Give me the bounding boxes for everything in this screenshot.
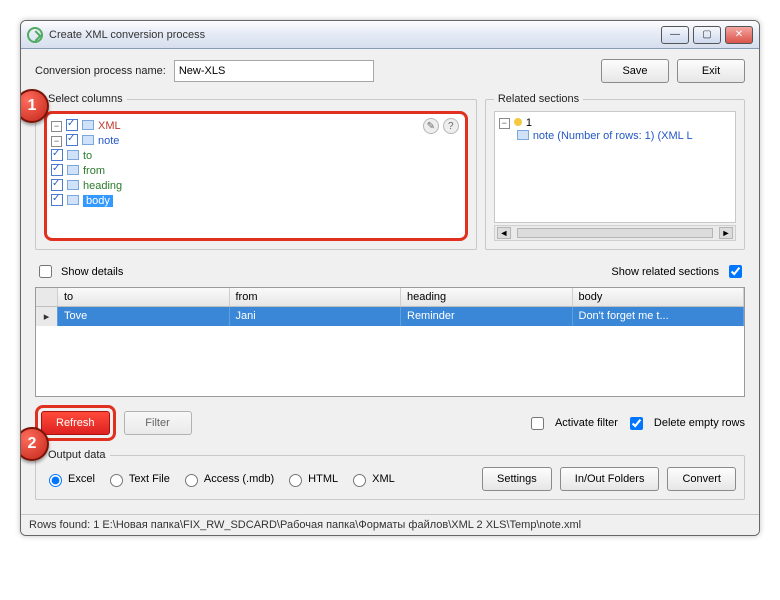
row-selector-icon[interactable]: ▸ [36,307,58,326]
tree-from[interactable]: from [83,165,105,177]
heading-checkbox[interactable] [51,179,63,191]
status-bar: Rows found: 1 E:\Новая папка\FIX_RW_SDCA… [21,514,759,535]
col-body[interactable]: body [573,288,745,306]
output-text-radio[interactable] [110,474,123,487]
output-html-label: HTML [308,473,338,485]
col-to[interactable]: to [58,288,230,306]
related-tree-panel[interactable]: − 1 note (Number of rows: 1) (XML L [494,111,736,223]
activate-filter-checkbox[interactable] [531,417,544,430]
process-name-input[interactable] [174,60,374,82]
table-row[interactable]: ▸ Tove Jani Reminder Don't forget me t..… [36,307,744,326]
columns-tree-panel[interactable]: ✎ ? − XML − note to from heading body [44,111,468,241]
select-columns-legend: Select columns [44,93,127,105]
related-root[interactable]: 1 [526,117,532,129]
filter-button[interactable]: Filter [124,411,192,435]
column-icon [67,165,79,175]
save-button[interactable]: Save [601,59,669,83]
inout-folders-button[interactable]: In/Out Folders [560,467,660,491]
refresh-button[interactable]: Refresh [41,411,110,435]
table-icon [82,135,94,145]
column-icon [67,180,79,190]
magic-wand-icon[interactable]: ✎ [423,118,439,134]
note-checkbox[interactable] [66,134,78,146]
output-html-radio[interactable] [289,474,302,487]
tree-heading[interactable]: heading [83,180,122,192]
show-related-checkbox[interactable] [729,265,742,278]
exit-button[interactable]: Exit [677,59,745,83]
minimize-button[interactable]: — [661,26,689,44]
convert-button[interactable]: Convert [667,467,736,491]
output-xml-label: XML [372,473,395,485]
output-access-radio[interactable] [185,474,198,487]
from-checkbox[interactable] [51,164,63,176]
section-icon [514,118,522,126]
output-data-legend: Output data [44,449,110,461]
help-icon[interactable]: ? [443,118,459,134]
scroll-thumb[interactable] [517,228,713,238]
related-sections-legend: Related sections [494,93,583,105]
show-related-label: Show related sections [611,266,719,278]
output-access-label: Access (.mdb) [204,473,274,485]
table-icon [82,120,94,130]
tree-root[interactable]: XML [98,120,121,132]
col-heading[interactable]: heading [401,288,573,306]
cell-to: Tove [58,307,230,326]
output-xml-radio[interactable] [353,474,366,487]
expand-icon[interactable]: − [51,136,62,147]
tree-note[interactable]: note [98,135,119,147]
related-scrollbar[interactable]: ◄ ► [494,225,736,241]
cell-body: Don't forget me t... [573,307,745,326]
delete-empty-rows-label: Delete empty rows [654,417,745,429]
row-header-corner [36,288,58,306]
scroll-left-icon[interactable]: ◄ [497,227,511,239]
delete-empty-rows-checkbox[interactable] [630,417,643,430]
tree-body[interactable]: body [83,195,113,207]
output-excel-radio[interactable] [49,474,62,487]
column-icon [67,195,79,205]
window-title: Create XML conversion process [49,29,661,41]
output-excel-label: Excel [68,473,95,485]
show-details-label: Show details [61,266,123,278]
expand-icon[interactable]: − [51,121,62,132]
expand-icon[interactable]: − [499,118,510,129]
activate-filter-label: Activate filter [555,417,618,429]
scroll-right-icon[interactable]: ► [719,227,733,239]
tree-to[interactable]: to [83,150,92,162]
data-grid[interactable]: to from heading body ▸ Tove Jani Reminde… [35,287,745,397]
settings-button[interactable]: Settings [482,467,552,491]
table-icon [517,130,529,140]
output-text-label: Text File [129,473,170,485]
cell-heading: Reminder [401,307,573,326]
close-button[interactable]: ✕ [725,26,753,44]
to-checkbox[interactable] [51,149,63,161]
xml-checkbox[interactable] [66,119,78,131]
show-details-checkbox[interactable] [39,265,52,278]
cell-from: Jani [230,307,402,326]
app-icon [27,27,43,43]
col-from[interactable]: from [230,288,402,306]
grid-empty-area [36,326,744,396]
maximize-button[interactable]: ▢ [693,26,721,44]
body-checkbox[interactable] [51,194,63,206]
process-name-label: Conversion process name: [35,65,166,77]
related-child[interactable]: note (Number of rows: 1) (XML L [533,130,693,142]
column-icon [67,150,79,160]
